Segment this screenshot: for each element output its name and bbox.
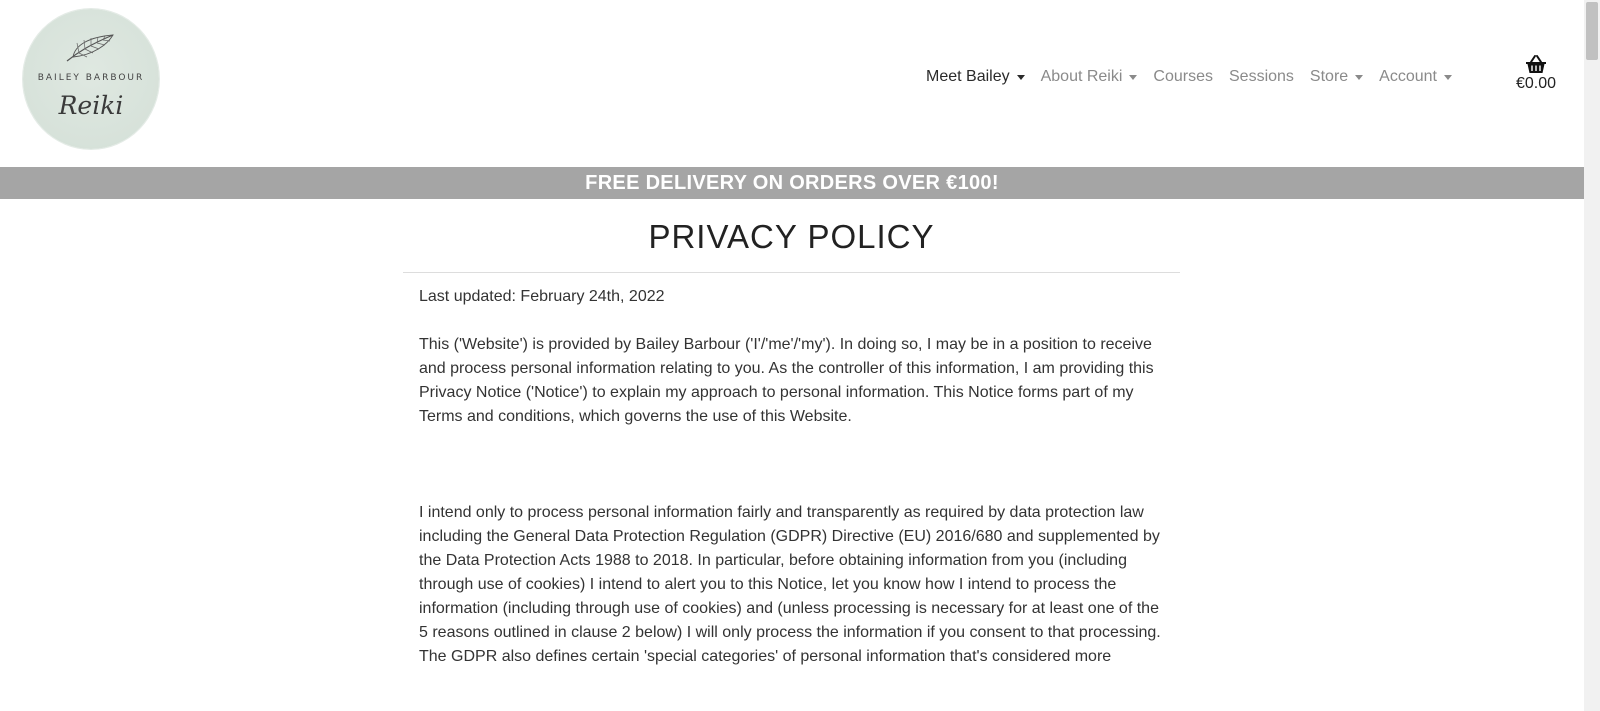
chevron-down-icon <box>1443 74 1452 80</box>
page: BAILEY BARBOUR Reiki Meet Bailey About R… <box>0 0 1584 711</box>
site-logo[interactable]: BAILEY BARBOUR Reiki <box>23 9 159 149</box>
last-updated-text: Last updated: February 24th, 2022 <box>419 288 665 305</box>
nav-item-courses[interactable]: Courses <box>1145 68 1221 86</box>
policy-paragraph: This ('Website') is provided by Bailey B… <box>419 336 1154 425</box>
nav-item-label: Store <box>1309 68 1349 85</box>
nav-item-account[interactable]: Account <box>1371 68 1460 86</box>
cart-total: €0.00 <box>1515 75 1557 92</box>
cart-button[interactable]: €0.00 <box>1510 54 1562 93</box>
main-content: PRIVACY POLICY Last updated: February 24… <box>403 199 1180 669</box>
nav-item-about-reiki[interactable]: About Reiki <box>1033 68 1146 86</box>
nav-item-store[interactable]: Store <box>1302 68 1371 86</box>
feather-icon <box>66 34 114 62</box>
nav-item-label: Sessions <box>1229 68 1294 85</box>
logo-script-text: Reiki <box>58 91 124 120</box>
delivery-banner: FREE DELIVERY ON ORDERS OVER €100! <box>0 167 1584 199</box>
vertical-scrollbar[interactable] <box>1584 0 1600 711</box>
main-nav: Meet Bailey About Reiki Courses Sessions… <box>918 68 1460 86</box>
chevron-down-icon <box>1355 74 1364 80</box>
nav-item-meet-bailey[interactable]: Meet Bailey <box>918 68 1033 86</box>
chevron-down-icon <box>1016 74 1025 80</box>
title-divider <box>403 272 1180 273</box>
chevron-down-icon <box>1129 74 1138 80</box>
nav-item-label: Account <box>1379 68 1437 85</box>
policy-body: Last updated: February 24th, 2022 This (… <box>403 285 1180 669</box>
nav-item-sessions[interactable]: Sessions <box>1221 68 1302 86</box>
nav-item-label: Courses <box>1153 68 1213 85</box>
nav-item-label: About Reiki <box>1040 68 1123 85</box>
nav-item-label: Meet Bailey <box>926 68 1010 85</box>
site-header: BAILEY BARBOUR Reiki Meet Bailey About R… <box>0 0 1584 167</box>
basket-icon <box>1526 55 1546 73</box>
policy-paragraph: I intend only to process personal inform… <box>419 504 1161 665</box>
logo-brand-name: BAILEY BARBOUR <box>37 73 145 83</box>
scrollbar-thumb[interactable] <box>1586 2 1598 60</box>
page-title: PRIVACY POLICY <box>648 218 935 255</box>
